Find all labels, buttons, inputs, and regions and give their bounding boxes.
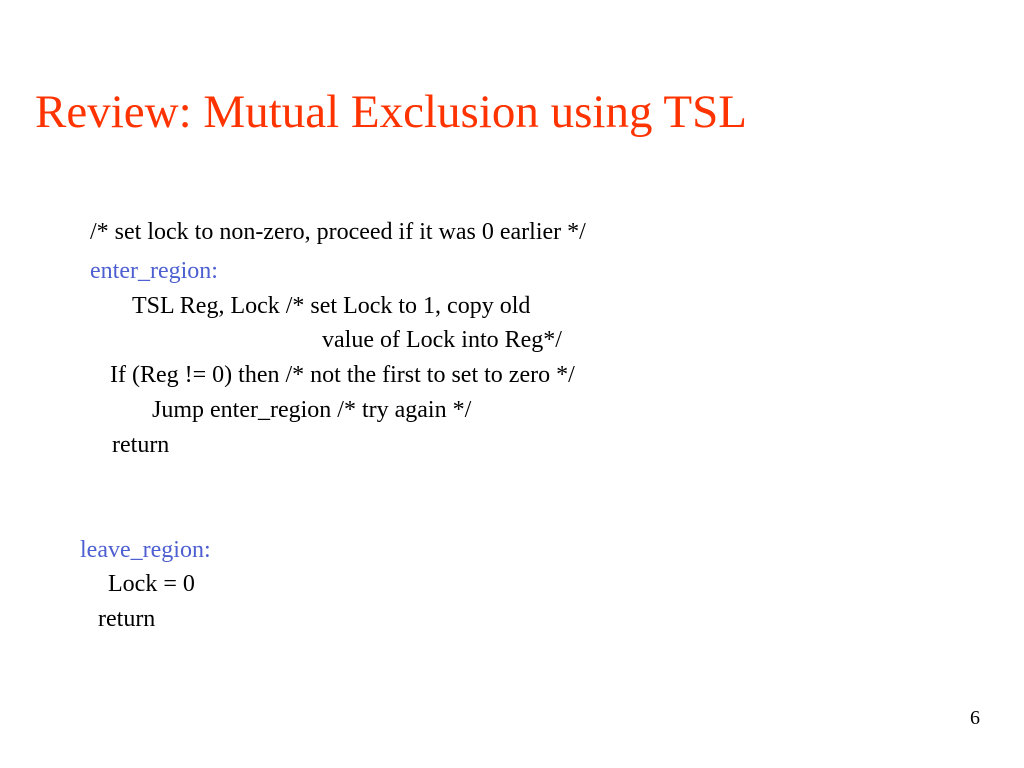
tsl-line-2: value of Lock into Reg*/	[90, 323, 586, 358]
return-line-2: return	[90, 602, 586, 637]
if-line: If (Reg != 0) then /* not the first to s…	[90, 358, 586, 393]
slide-title: Review: Mutual Exclusion using TSL	[35, 85, 747, 139]
jump-line: Jump enter_region /* try again */	[90, 393, 586, 428]
tsl-line-1: TSL Reg, Lock /* set Lock to 1, copy old	[90, 289, 586, 324]
leave-region-label: leave_region:	[80, 533, 586, 568]
return-line-1: return	[90, 428, 586, 463]
leave-block: leave_region: Lock = 0 return	[90, 533, 586, 637]
enter-region-label: enter_region:	[90, 254, 586, 289]
top-comment: /* set lock to non-zero, proceed if it w…	[90, 215, 586, 250]
slide: Review: Mutual Exclusion using TSL /* se…	[0, 0, 1024, 768]
page-number: 6	[970, 707, 980, 730]
slide-body: /* set lock to non-zero, proceed if it w…	[90, 215, 586, 637]
lock-zero-line: Lock = 0	[90, 567, 586, 602]
